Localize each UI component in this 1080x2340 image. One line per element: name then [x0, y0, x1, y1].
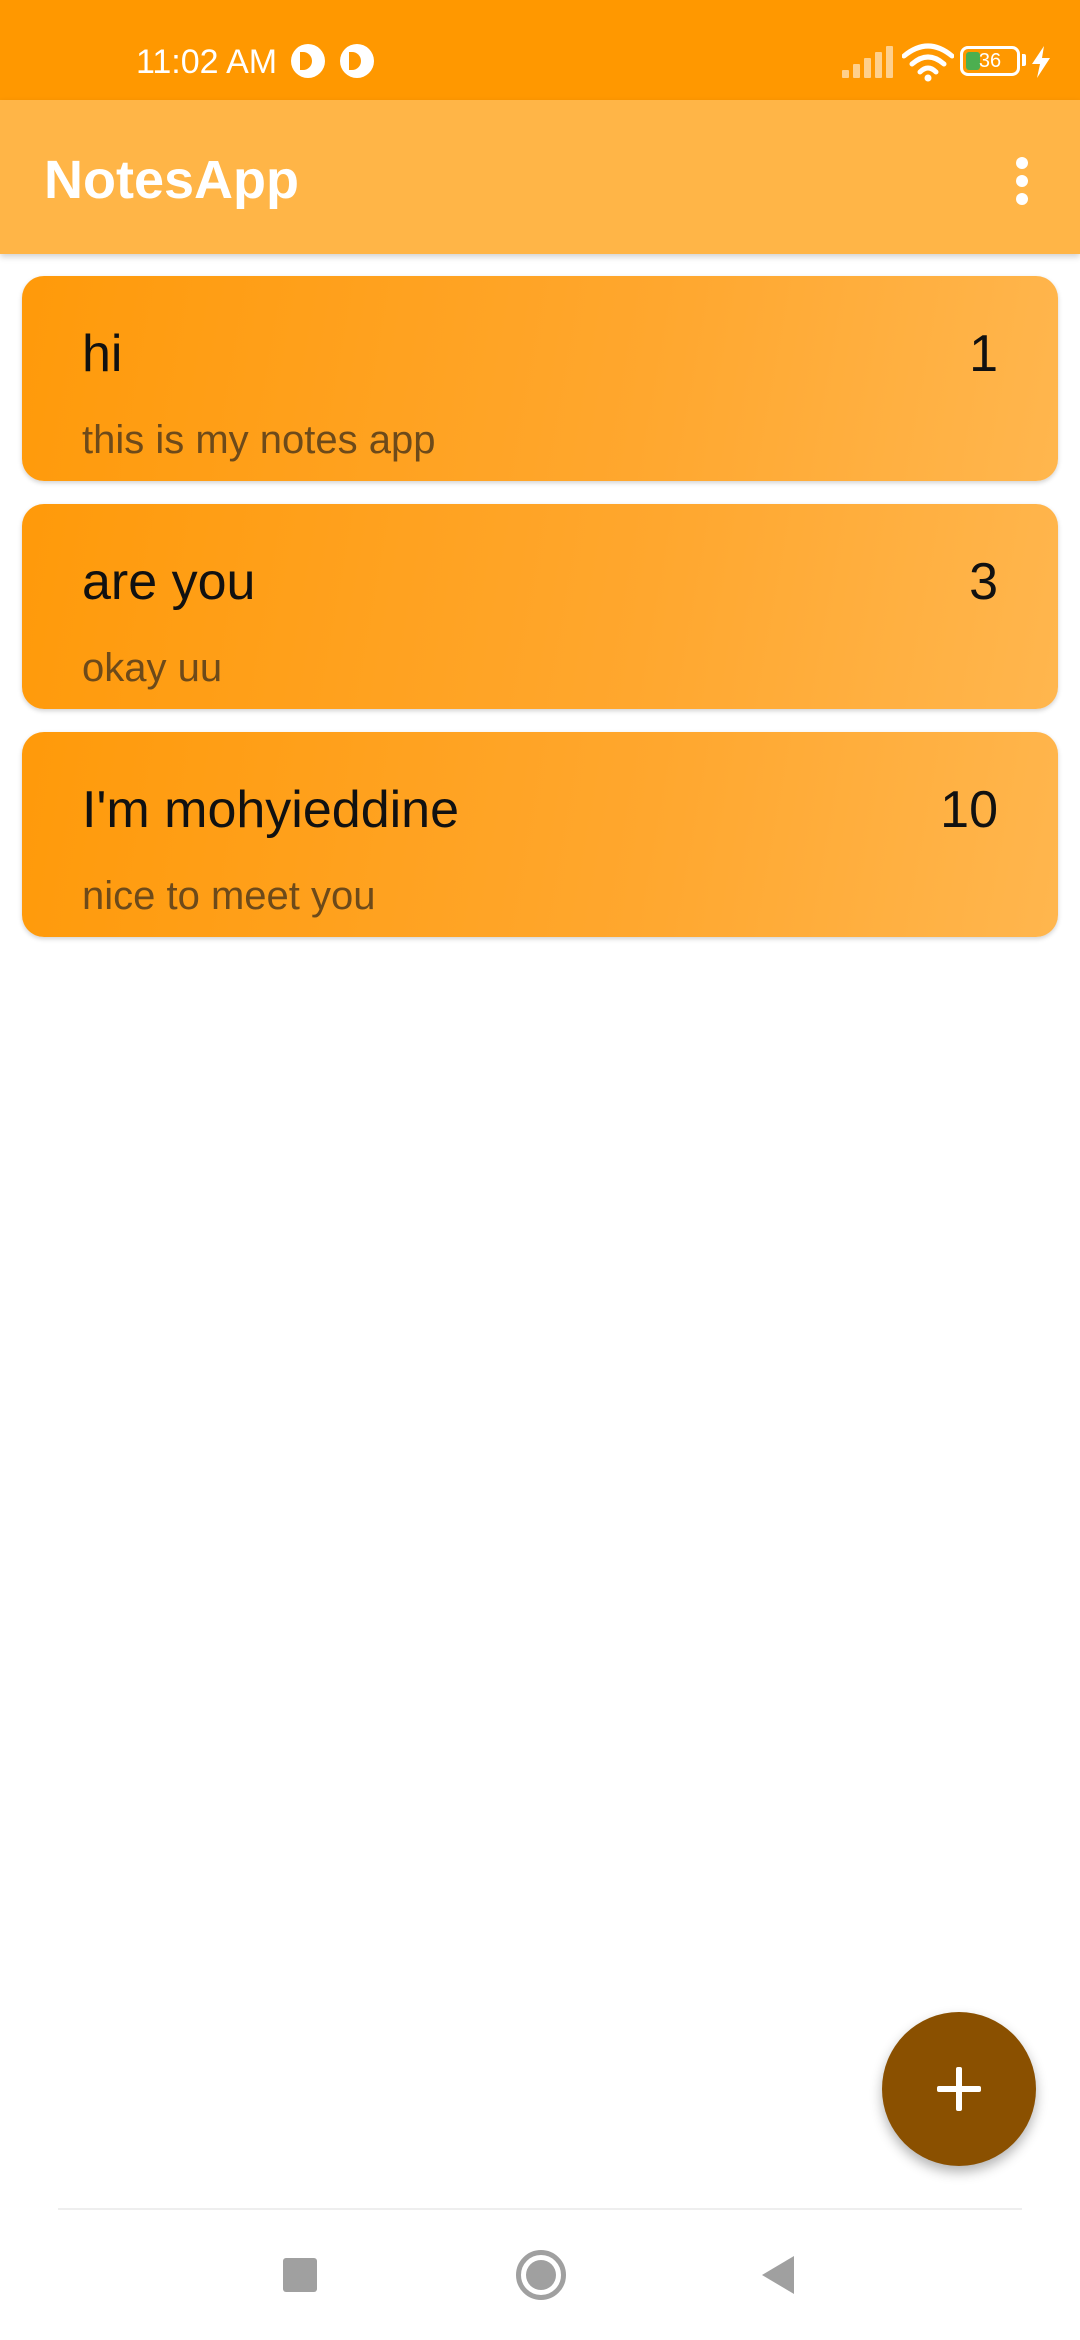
- battery-icon: 36: [960, 46, 1020, 76]
- note-number: 1: [969, 325, 998, 383]
- charging-bolt-icon: [1032, 46, 1050, 78]
- system-nav-bar: [0, 2210, 1080, 2340]
- note-title: hi: [82, 325, 123, 383]
- signal-icon: [842, 46, 894, 78]
- status-time: 11:02 AM: [136, 43, 278, 81]
- note-card[interactable]: hi 1 this is my notes app: [22, 276, 1058, 481]
- battery-nub: [1022, 54, 1026, 66]
- note-description: this is my notes app: [82, 418, 436, 462]
- note-description: okay uu: [82, 646, 223, 690]
- app-bar: NotesApp: [0, 100, 1080, 254]
- note-title: are you: [82, 553, 256, 611]
- recents-icon[interactable]: [283, 2258, 317, 2292]
- note-title: I'm mohyieddine: [82, 781, 459, 839]
- back-icon[interactable]: [760, 2254, 796, 2296]
- wifi-icon: [902, 43, 954, 82]
- more-vertical-icon[interactable]: [982, 137, 1062, 217]
- home-icon[interactable]: [516, 2250, 566, 2300]
- note-list: hi 1 this is my notes app are you 3 okay…: [22, 276, 1058, 960]
- note-description: nice to meet you: [82, 874, 376, 918]
- add-note-button[interactable]: [882, 2012, 1036, 2166]
- note-card[interactable]: I'm mohyieddine 10 nice to meet you: [22, 732, 1058, 937]
- note-number: 3: [969, 553, 998, 611]
- app-notification-icon: [340, 44, 374, 78]
- note-card[interactable]: are you 3 okay uu: [22, 504, 1058, 709]
- app-notification-icon: [291, 44, 325, 78]
- status-bar: 11:02 AM 36: [0, 0, 1080, 100]
- app-title: NotesApp: [44, 150, 299, 210]
- battery-level-text: 36: [978, 50, 1002, 72]
- note-number: 10: [940, 781, 998, 839]
